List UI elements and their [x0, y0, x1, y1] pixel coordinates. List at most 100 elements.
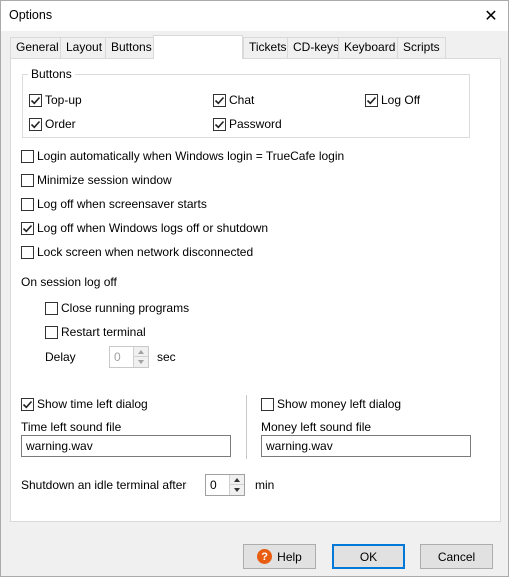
checkbox-label: Restart terminal: [61, 325, 146, 339]
tab-tickets[interactable]: Tickets: [243, 37, 293, 58]
checkbox-label: Show time left dialog: [37, 397, 148, 411]
checkbox-box[interactable]: [45, 301, 58, 315]
time-left-sound-value: warning.wav: [26, 439, 93, 453]
session-logoff-heading: On session log off: [21, 275, 117, 289]
tab-label: CD-keys: [293, 40, 340, 54]
tab-keyboard[interactable]: Keyboard: [338, 37, 402, 58]
checkmark-icon: [22, 224, 33, 232]
idle-spinner[interactable]: 0: [205, 474, 245, 496]
time-left-sound-input[interactable]: warning.wav: [21, 435, 231, 457]
spin-up-button[interactable]: [134, 347, 148, 357]
checkbox-label: Log off when Windows logs off or shutdow…: [37, 221, 269, 235]
ok-button[interactable]: OK: [332, 544, 405, 569]
checkbox-log-off[interactable]: Log Off: [365, 93, 420, 107]
checkbox-box[interactable]: [29, 117, 42, 131]
checkbox-label: Chat: [229, 93, 255, 107]
buttons-group-legend: Buttons: [28, 67, 75, 81]
money-left-sound-input[interactable]: warning.wav: [261, 435, 471, 457]
checkbox-box[interactable]: [21, 173, 34, 187]
tab-label: Keyboard: [344, 40, 396, 54]
checkbox-show-time-left[interactable]: Show time left dialog: [21, 397, 148, 411]
help-button-label: Help: [277, 549, 302, 564]
checkmark-icon: [366, 96, 377, 104]
checkbox-box[interactable]: [261, 397, 274, 411]
time-left-sound-label: Time left sound file: [21, 420, 122, 434]
checkbox-box[interactable]: [21, 221, 34, 235]
delay-value: 0: [114, 350, 121, 364]
checkbox-box[interactable]: [213, 93, 226, 107]
spin-up-button[interactable]: [230, 475, 244, 485]
close-button[interactable]: ✕: [474, 1, 508, 31]
delay-unit: sec: [157, 350, 176, 364]
arrow-up-icon: [234, 477, 240, 482]
checkbox-label: Minimize session window: [37, 173, 172, 187]
checkbox-label: Order: [45, 117, 76, 131]
tab-label: Scripts: [403, 40, 440, 54]
checkbox-box[interactable]: [21, 197, 34, 211]
title-bar: Options ✕: [1, 1, 508, 31]
checkbox-minimize-session[interactable]: Minimize session window: [21, 173, 172, 187]
checkbox-label: Log off when screensaver starts: [37, 197, 207, 211]
checkbox-box[interactable]: [21, 149, 34, 163]
vertical-separator: [246, 395, 247, 459]
checkbox-label: Login automatically when Windows login =…: [37, 149, 345, 163]
checkbox-login-automatically[interactable]: Login automatically when Windows login =…: [21, 149, 344, 163]
spinner-arrows: [229, 475, 244, 495]
checkmark-icon: [22, 400, 33, 408]
arrow-down-icon: [138, 360, 144, 364]
arrow-up-icon: [138, 349, 144, 354]
checkmark-icon: [214, 96, 225, 104]
tab-label: Layout: [66, 40, 103, 54]
tab-buttons[interactable]: Buttons: [105, 37, 158, 58]
money-left-sound-label: Money left sound file: [261, 420, 372, 434]
close-icon: ✕: [484, 8, 498, 25]
checkbox-show-money-left[interactable]: Show money left dialog: [261, 397, 401, 411]
checkbox-label: Close running programs: [61, 301, 190, 315]
idle-shutdown-label: Shutdown an idle terminal after: [21, 478, 187, 492]
spin-down-button[interactable]: [134, 357, 148, 367]
tab-active[interactable]: [153, 35, 243, 59]
money-left-sound-value: warning.wav: [266, 439, 333, 453]
tab-label: Buttons: [111, 40, 152, 54]
tab-scripts[interactable]: Scripts: [397, 37, 446, 58]
cancel-button[interactable]: Cancel: [420, 544, 493, 569]
checkbox-label: Log Off: [381, 93, 421, 107]
checkbox-box[interactable]: [365, 93, 378, 107]
checkbox-label: Lock screen when network disconnected: [37, 245, 254, 259]
checkbox-order[interactable]: Order: [29, 117, 76, 131]
checkbox-box[interactable]: [21, 397, 34, 411]
spin-down-button[interactable]: [230, 485, 244, 495]
checkbox-close-programs[interactable]: Close running programs: [45, 301, 189, 315]
checkmark-icon: [214, 120, 225, 128]
checkbox-box[interactable]: [29, 93, 42, 107]
help-button[interactable]: ? Help: [243, 544, 316, 569]
checkbox-top-up[interactable]: Top-up: [29, 93, 82, 107]
ok-button-label: OK: [359, 549, 378, 564]
idle-value: 0: [210, 478, 217, 492]
delay-spinner[interactable]: 0: [109, 346, 149, 368]
checkbox-logoff-windows[interactable]: Log off when Windows logs off or shutdow…: [21, 221, 268, 235]
options-dialog: Options ✕ General Layout Buttons Tickets…: [0, 0, 509, 577]
checkbox-box[interactable]: [45, 325, 58, 339]
checkbox-label: Top-up: [45, 93, 82, 107]
checkbox-box[interactable]: [213, 117, 226, 131]
tab-label: Tickets: [249, 40, 287, 54]
tab-cd-keys[interactable]: CD-keys: [287, 37, 346, 58]
checkbox-restart-terminal[interactable]: Restart terminal: [45, 325, 146, 339]
checkbox-label: Password: [229, 117, 282, 131]
spinner-arrows: [133, 347, 148, 367]
checkbox-logoff-screensaver[interactable]: Log off when screensaver starts: [21, 197, 207, 211]
checkmark-icon: [30, 96, 41, 104]
checkbox-label: Show money left dialog: [277, 397, 402, 411]
checkbox-box[interactable]: [21, 245, 34, 259]
checkbox-lock-screen[interactable]: Lock screen when network disconnected: [21, 245, 253, 259]
cancel-button-label: Cancel: [437, 549, 476, 564]
tab-label: General: [16, 40, 59, 54]
delay-label: Delay: [45, 350, 76, 364]
tab-layout[interactable]: Layout: [60, 37, 109, 58]
checkbox-chat[interactable]: Chat: [213, 93, 254, 107]
checkbox-password[interactable]: Password: [213, 117, 282, 131]
tab-general[interactable]: General: [10, 37, 65, 58]
idle-unit: min: [255, 478, 275, 492]
window-title: Options: [9, 8, 53, 22]
